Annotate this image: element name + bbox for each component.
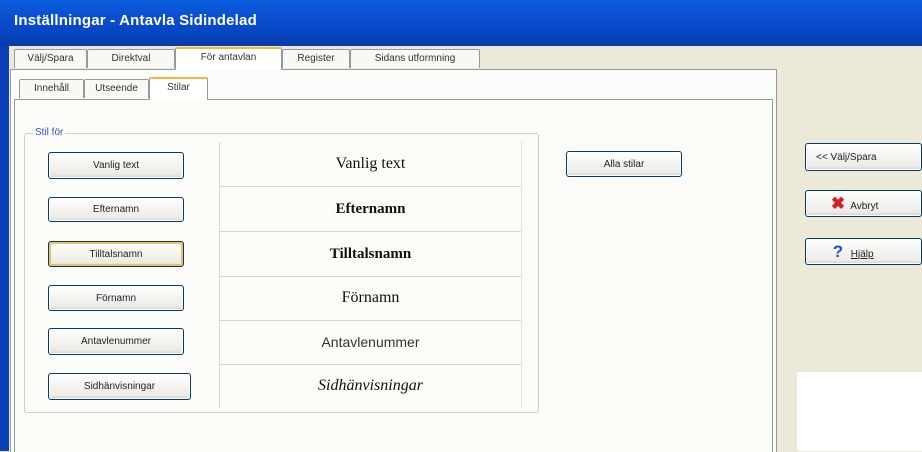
group-legend: Stil för [33, 127, 66, 138]
style-vanlig-text-button[interactable]: Vanlig text [48, 152, 184, 179]
help-question-icon: ? [832, 241, 844, 261]
preview-row: Förnamn [220, 276, 521, 321]
preview-tilltalsnamn: Tilltalsnamn [329, 245, 412, 262]
window-left-border [0, 46, 9, 451]
style-tilltalsnamn-button[interactable]: Tilltalsnamn [48, 241, 184, 267]
tab-utseende[interactable]: Utseende [84, 79, 149, 98]
back-valj-spara-button[interactable]: << Välj/Spara [805, 143, 922, 171]
preview-fornamn: Förnamn [341, 289, 400, 306]
preview-row: Tilltalsnamn [220, 232, 521, 277]
preview-row: Antavlenummer [220, 320, 521, 365]
tab-for-antavlan[interactable]: För antavlan [175, 47, 282, 70]
style-sidhanvisningar-button[interactable]: Sidhänvisningar [48, 373, 191, 400]
tab-direktval[interactable]: Direktval [87, 49, 175, 68]
preview-row: Sidhänvisningar [220, 364, 521, 408]
help-button[interactable]: ? Hjälp [805, 238, 922, 265]
title-bar: Inställningar - Antavla Sidindelad [0, 0, 922, 46]
tab-register[interactable]: Register [282, 49, 350, 68]
style-efternamn-button[interactable]: Efternamn [48, 197, 184, 222]
preview-row: Vanlig text [220, 142, 521, 187]
tab-innehall[interactable]: Innehåll [19, 79, 84, 98]
preview-efternamn: Efternamn [335, 200, 406, 217]
preview-row: Efternamn [220, 187, 521, 232]
red-x-icon: ✖ [830, 193, 846, 213]
back-button-label: << Välj/Spara [816, 151, 877, 163]
tab-valj-spara[interactable]: Välj/Spara [14, 49, 87, 68]
preview-sidhanvisningar: Sidhänvisningar [318, 377, 423, 394]
window-title: Inställningar - Antavla Sidindelad [14, 12, 257, 29]
help-button-label: Hjälp [850, 248, 874, 260]
preview-vanlig-text: Vanlig text [335, 155, 406, 172]
style-antavlenummer-button[interactable]: Antavlenummer [48, 328, 184, 355]
cancel-button-label: Avbryt [850, 200, 879, 212]
cancel-button[interactable]: ✖ Avbryt [805, 190, 922, 217]
style-preview-panel: Vanlig text Efternamn Tilltalsnamn Förna… [219, 142, 522, 408]
tab-sidans-utformning[interactable]: Sidans utformning [350, 49, 480, 68]
style-fornamn-button[interactable]: Förnamn [48, 285, 184, 311]
blank-panel [797, 372, 922, 451]
preview-antavlenummer: Antavlenummer [321, 334, 420, 350]
tab-stilar[interactable]: Stilar [149, 77, 208, 100]
alla-stilar-button[interactable]: Alla stilar [566, 151, 682, 177]
